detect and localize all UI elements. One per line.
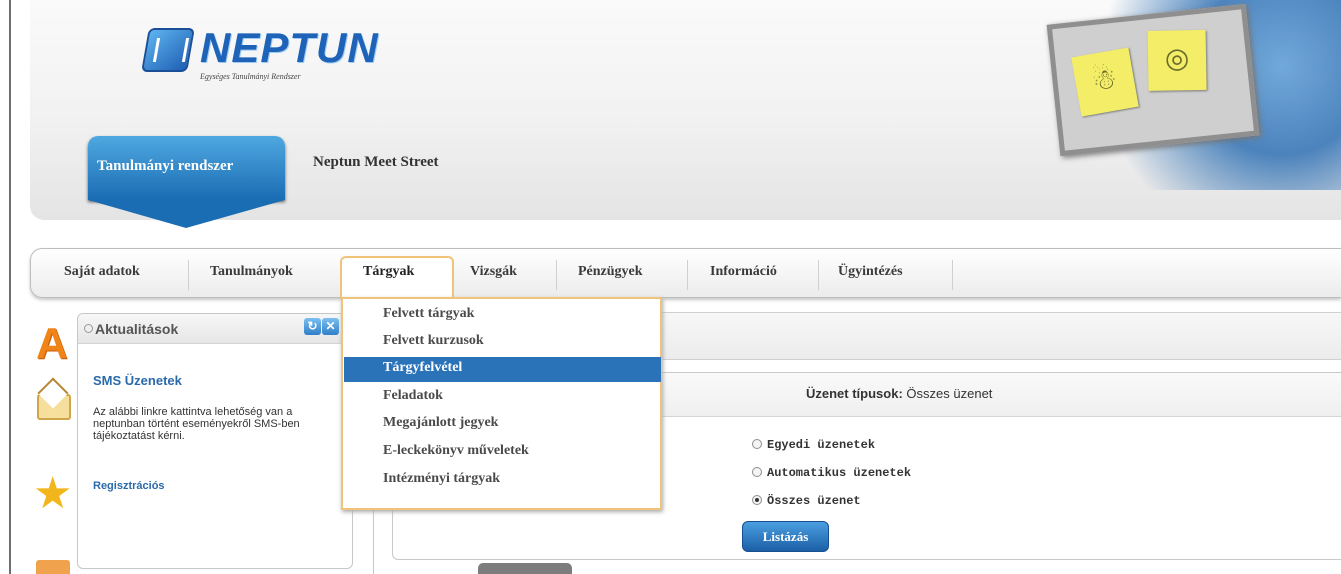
tab-neptun-meet-street[interactable]: Neptun Meet Street [313, 154, 439, 171]
dropdown-item-e-leckekonyv[interactable]: E-leckekönyv műveletek [383, 443, 529, 459]
logo-wordmark: NEPTUN [200, 24, 379, 71]
radio-automatikus-uzenetek[interactable]: Automatikus üzenetek [752, 466, 911, 480]
menu-item-vizsgak[interactable]: Vizsgák [470, 264, 517, 280]
radio-label: Automatikus üzenetek [767, 466, 912, 480]
menu-separator [687, 260, 688, 290]
dropdown-item-targyfelvetel[interactable]: Tárgyfelvétel [383, 360, 462, 376]
dropdown-item-megajanlott-jegyek[interactable]: Megajánlott jegyek [383, 415, 498, 431]
news-item-title: SMS Üzenetek [93, 373, 182, 388]
menu-item-sajat-adatok[interactable]: Saját adatok [64, 264, 140, 280]
footer-tab-chip[interactable] [478, 563, 572, 574]
menu-item-tanulmanyok[interactable]: Tanulmányok [210, 264, 293, 280]
star-icon[interactable]: ★ [33, 472, 72, 516]
dropdown-item-felvett-targyak[interactable]: Felvett tárgyak [383, 306, 474, 322]
neptun-logo[interactable]: NEPTUN Egységes Tanulmányi Rendszer [141, 24, 405, 94]
menu-item-penzugyek[interactable]: Pénzügyek [578, 264, 643, 280]
radio-button-icon[interactable] [752, 467, 762, 477]
menu-separator [188, 260, 189, 290]
menu-separator [952, 260, 953, 290]
news-item-body: Az alábbi linkre kattintva lehetőség van… [93, 406, 300, 442]
corkboard-illustration: ☃ ◎ [1046, 3, 1260, 157]
radio-label: Összes üzenet [767, 494, 861, 508]
targyak-dropdown-menu: Felvett tárgyak Felvett kurzusok Tárgyfe… [341, 297, 662, 510]
menu-item-ugyintezes[interactable]: Ügyintézés [838, 264, 903, 280]
menu-separator [556, 260, 557, 290]
panel-collapse-icon[interactable] [84, 324, 93, 333]
news-panel-title: Aktualitások [95, 321, 179, 337]
globe-note-icon: ◎ [1147, 29, 1207, 91]
dropdown-item-feladatok[interactable]: Feladatok [383, 388, 443, 404]
menu-separator [818, 260, 819, 290]
logo-badge-icon [141, 28, 195, 72]
calendar-icon[interactable] [36, 560, 70, 574]
message-type-filter: Üzenet típusok: Összes üzenet [806, 386, 992, 401]
radio-label: Egyedi üzenetek [767, 438, 876, 452]
close-icon[interactable]: ✕ [322, 318, 339, 335]
news-register-link[interactable]: Regisztrációs [93, 480, 165, 492]
logo-tagline: Egységes Tanulmányi Rendszer [200, 72, 301, 81]
refresh-icon[interactable]: ↻ [304, 318, 321, 335]
list-button[interactable]: Listázás [742, 521, 829, 552]
dropdown-item-felvett-kurzusok[interactable]: Felvett kurzusok [383, 333, 484, 349]
left-border [9, 0, 11, 574]
radio-button-icon[interactable] [752, 439, 762, 449]
envelope-icon[interactable] [37, 394, 71, 420]
message-type-value: Összes üzenet [906, 386, 993, 401]
sticky-note-icon: ☃ [1071, 47, 1139, 117]
radio-egyedi-uzenetek[interactable]: Egyedi üzenetek [752, 438, 875, 452]
tab-tanulmanyi-rendszer[interactable]: Tanulmányi rendszer [88, 136, 285, 228]
radio-osszes-uzenet[interactable]: Összes üzenet [752, 494, 861, 508]
menu-item-informacio[interactable]: Információ [710, 264, 777, 280]
a-letter-icon[interactable]: A [36, 322, 70, 366]
radio-button-checked-icon[interactable] [752, 495, 762, 505]
message-type-label: Üzenet típusok: [806, 386, 903, 401]
menu-item-targyak[interactable]: Tárgyak [363, 264, 414, 280]
dropdown-item-intezmenyi-targyak[interactable]: Intézményi tárgyak [383, 471, 500, 487]
